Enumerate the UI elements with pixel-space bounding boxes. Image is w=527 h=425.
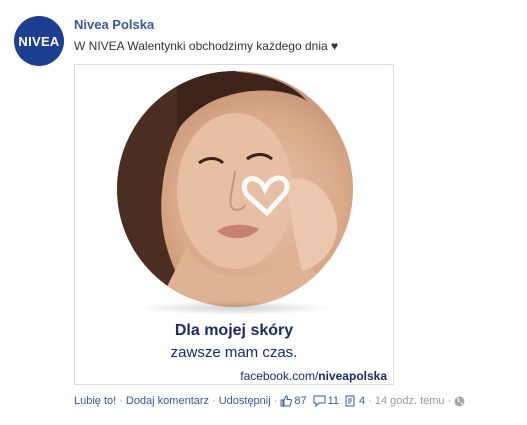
separator-dot: · [119,395,123,407]
post-photo[interactable]: Dla mojej skóry zawsze mam czas. faceboo… [74,64,394,385]
post-text: W NIVEA Walentynki obchodzimy każdego dn… [74,39,339,53]
post-actions-bar: Lubię to! · Dodaj komentarz · Udostępnij… [74,395,465,407]
likes-count[interactable]: 87 [280,395,307,407]
facebook-url-text: facebook.com/niveapolska [240,369,387,383]
comments-count-value: 11 [327,395,340,407]
like-link[interactable]: Lubię to! [74,395,116,407]
separator-dot: · [368,395,372,407]
page-avatar[interactable]: NIVEA [14,16,64,66]
slogan-line-2: zawsze mam czas. [170,344,298,361]
share-link[interactable]: Udostępnij [219,395,271,407]
separator-dot: · [273,395,278,407]
comment-bubble-icon [313,395,326,407]
add-comment-link[interactable]: Dodaj komentarz [126,395,209,407]
separator-dot: · [447,395,452,407]
url-prefix: facebook.com/ [240,369,319,383]
globe-icon[interactable] [454,396,465,407]
share-doc-icon [345,395,355,407]
comments-count[interactable]: 11 [313,395,339,407]
slogan-line-1: Dla mojej skóry [174,322,294,339]
shares-count-value: 4 [359,395,366,407]
separator-dot: · [212,395,216,407]
page-name-link[interactable]: Nivea Polska [74,17,154,32]
url-page-name: niveapolska [318,369,387,383]
facebook-post: NIVEA Nivea Polska W NIVEA Walentynki ob… [0,0,527,425]
post-timestamp[interactable]: 14 godz. temu [375,395,445,407]
portrait-circle-image [117,71,353,307]
circle-shadow [137,301,333,315]
shares-count[interactable]: 4 [345,395,365,407]
thumbs-up-icon [280,395,293,407]
avatar-logo-text: NIVEA [18,33,60,49]
likes-count-value: 87 [294,395,307,407]
